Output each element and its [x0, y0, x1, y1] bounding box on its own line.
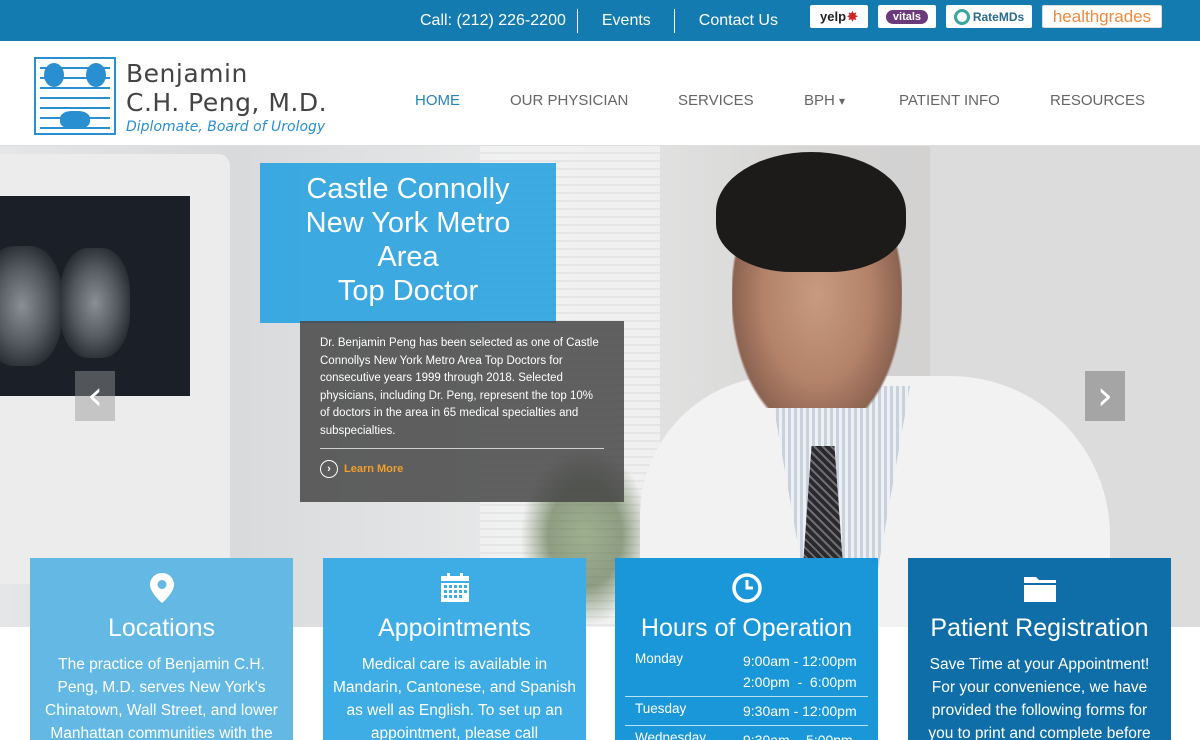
chevron-right-icon: ›: [1097, 373, 1113, 419]
logo-icon[interactable]: [34, 57, 116, 135]
hours-card[interactable]: Hours of Operation Monday 9:00am - 12:00…: [615, 558, 878, 740]
hours-row: Monday 9:00am - 12:00pm 2:00pm - 6:00pm: [625, 651, 868, 697]
hours-time: 9:30am - 12:00pm: [743, 703, 857, 719]
chevron-left-icon: ‹: [87, 373, 103, 419]
ratemds-logo-text: RateMDs: [972, 9, 1025, 24]
ratemds-ring-icon: [953, 8, 970, 25]
logo-name-line1: Benjamin: [126, 59, 248, 88]
slide-caption: Dr. Benjamin Peng has been selected as o…: [300, 321, 624, 502]
nav-item-home[interactable]: HOME: [415, 92, 460, 109]
clock-icon: [615, 558, 878, 606]
locations-card[interactable]: Locations The practice of Benjamin C.H. …: [30, 558, 293, 740]
chevron-circle-right-icon: ›: [320, 460, 338, 478]
ratemds-badge[interactable]: RateMDs: [946, 5, 1032, 28]
divider: [576, 8, 578, 33]
hours-day: Tuesday: [635, 701, 687, 716]
logo-text[interactable]: Benjamin C.H. Peng, M.D. Diplomate, Boar…: [126, 59, 327, 135]
card-text: The practice of Benjamin C.H. Peng, M.D.…: [45, 656, 278, 740]
folder-icon: [908, 558, 1171, 606]
appointments-card[interactable]: Appointments Medical care is available i…: [323, 558, 586, 740]
slide-title-line: Castle Connolly: [306, 173, 510, 205]
card-title: Locations: [107, 614, 216, 642]
hours-row: Wednesday 9:30am - 5:00pm: [625, 726, 868, 740]
nav-item-services[interactable]: SERVICES: [678, 92, 754, 109]
hours-day: Wednesday: [635, 730, 707, 740]
hours-time-line: 9:00am - 12:00pm: [743, 653, 857, 669]
hours-row: Tuesday 9:30am - 12:00pm: [625, 697, 868, 726]
contact-us-link[interactable]: Contact Us: [699, 12, 778, 30]
site-header: Benjamin C.H. Peng, M.D. Diplomate, Boar…: [0, 41, 1200, 146]
caret-down-icon: ▾: [839, 94, 846, 108]
card-text: Medical care is available in Mandarin, C…: [333, 656, 576, 740]
slide-body-text: Dr. Benjamin Peng has been selected as o…: [320, 337, 599, 437]
slide-title-line: New York Metro: [305, 207, 511, 239]
nav-item-our-physician[interactable]: OUR PHYSICIAN: [510, 92, 628, 109]
doctor-hair-image: [716, 152, 906, 272]
ultrasound-monitor-image: [0, 154, 230, 584]
hero-slider: Castle Connolly New York Metro Area Top …: [0, 146, 1200, 627]
nav-item-bph[interactable]: BPH ▾: [804, 92, 845, 109]
hours-table: Monday 9:00am - 12:00pm 2:00pm - 6:00pm …: [625, 651, 868, 740]
healthgrades-badge[interactable]: healthgrades: [1042, 5, 1162, 28]
yelp-logo-text: yelp: [820, 9, 847, 24]
slide-title: Castle Connolly New York Metro Area Top …: [260, 163, 556, 323]
events-link[interactable]: Events: [602, 12, 651, 30]
healthgrades-logo-text: healthgrades: [1052, 6, 1152, 26]
slide-title-line: Area: [377, 241, 439, 273]
phone-link[interactable]: Call: (212) 226-2200: [420, 12, 566, 30]
vitals-badge[interactable]: vitals: [878, 5, 936, 28]
card-text: Save Time at your Appointment! For your …: [928, 656, 1151, 740]
slider-next-button[interactable]: ›: [1085, 371, 1125, 421]
card-title: Hours of Operation: [640, 614, 853, 642]
nav-item-resources[interactable]: RESOURCES: [1050, 92, 1145, 109]
card-title: Patient Registration: [930, 614, 1149, 642]
learn-more-label: Learn More: [344, 463, 404, 475]
divider: [673, 8, 675, 33]
top-bar: Call: (212) 226-2200 Events Contact Us y…: [0, 0, 1200, 41]
nav-item-bph-label: BPH: [804, 92, 835, 109]
yelp-burst-icon: ✸: [847, 8, 858, 24]
patient-registration-card[interactable]: Patient Registration Save Time at your A…: [908, 558, 1171, 740]
slide-title-line: Top Doctor: [337, 275, 479, 307]
vitals-logo-text: vitals: [885, 9, 929, 24]
logo-name-line2: C.H. Peng, M.D.: [126, 88, 328, 117]
hours-day: Monday: [635, 651, 684, 666]
logo-subtitle: Diplomate, Board of Urology: [126, 119, 326, 135]
hours-time: 9:00am - 12:00pm 2:00pm - 6:00pm: [743, 651, 857, 693]
nav-item-patient-info[interactable]: PATIENT INFO: [899, 92, 1000, 109]
yelp-badge[interactable]: yelp ✸: [810, 5, 868, 28]
map-pin-icon: [30, 558, 293, 606]
card-title: Appointments: [378, 614, 531, 642]
slider-prev-button[interactable]: ‹: [75, 371, 115, 421]
hours-time: 9:30am - 5:00pm: [743, 732, 853, 740]
hours-time-line: 2:00pm - 6:00pm: [743, 674, 857, 690]
divider: [320, 448, 604, 449]
learn-more-link[interactable]: › Learn More: [320, 460, 604, 478]
calendar-icon: [323, 558, 586, 606]
